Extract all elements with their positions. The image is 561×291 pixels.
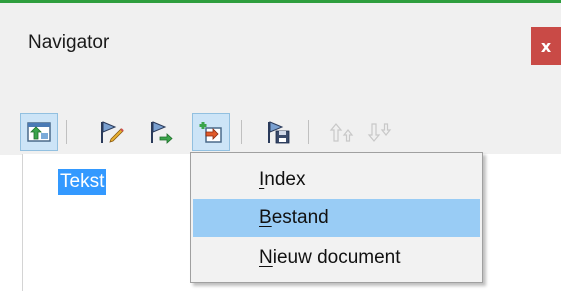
menu-item-nieuw-document-accel: N [259, 247, 273, 268]
tree-border [22, 154, 23, 291]
move-up-icon [329, 123, 354, 142]
tree-item-tekst[interactable]: Tekst [58, 169, 107, 195]
toolbar-separator [308, 120, 309, 144]
save-document-icon [268, 121, 290, 144]
menu-item-index-label: ndex [264, 169, 306, 190]
window-title: Navigator [28, 32, 110, 53]
move-down-button[interactable] [361, 113, 399, 151]
move-down-icon [367, 123, 392, 142]
save-document-button[interactable] [259, 113, 297, 151]
toggle-navigator-button[interactable] [20, 113, 58, 151]
edit-flag-icon [101, 121, 124, 143]
toolbar-separator [241, 120, 242, 144]
menu-item-bestand[interactable]: Bestand [193, 199, 480, 237]
close-icon: x [540, 36, 552, 56]
toolbar-separator [66, 120, 67, 144]
insert-button[interactable] [192, 113, 230, 151]
move-up-button[interactable] [323, 113, 361, 151]
close-button[interactable]: x [531, 27, 561, 65]
flag-arrow-icon [151, 121, 173, 144]
insert-icon [199, 122, 222, 143]
toggle-navigator-icon [27, 122, 51, 142]
menu-item-bestand-label: estand [271, 207, 329, 228]
menu-item-index[interactable]: Index [193, 161, 480, 199]
menu-item-bestand-accel: B [259, 207, 272, 228]
title-bar: Navigator [0, 3, 561, 81]
menu-item-nieuw-document-label: ieuw document [272, 247, 401, 268]
flag-arrow-button[interactable] [142, 113, 180, 151]
edit-flag-button[interactable] [92, 113, 130, 151]
insert-mode-menu: Index Bestand Nieuw document [190, 152, 483, 283]
menu-item-nieuw-document[interactable]: Nieuw document [193, 239, 480, 277]
